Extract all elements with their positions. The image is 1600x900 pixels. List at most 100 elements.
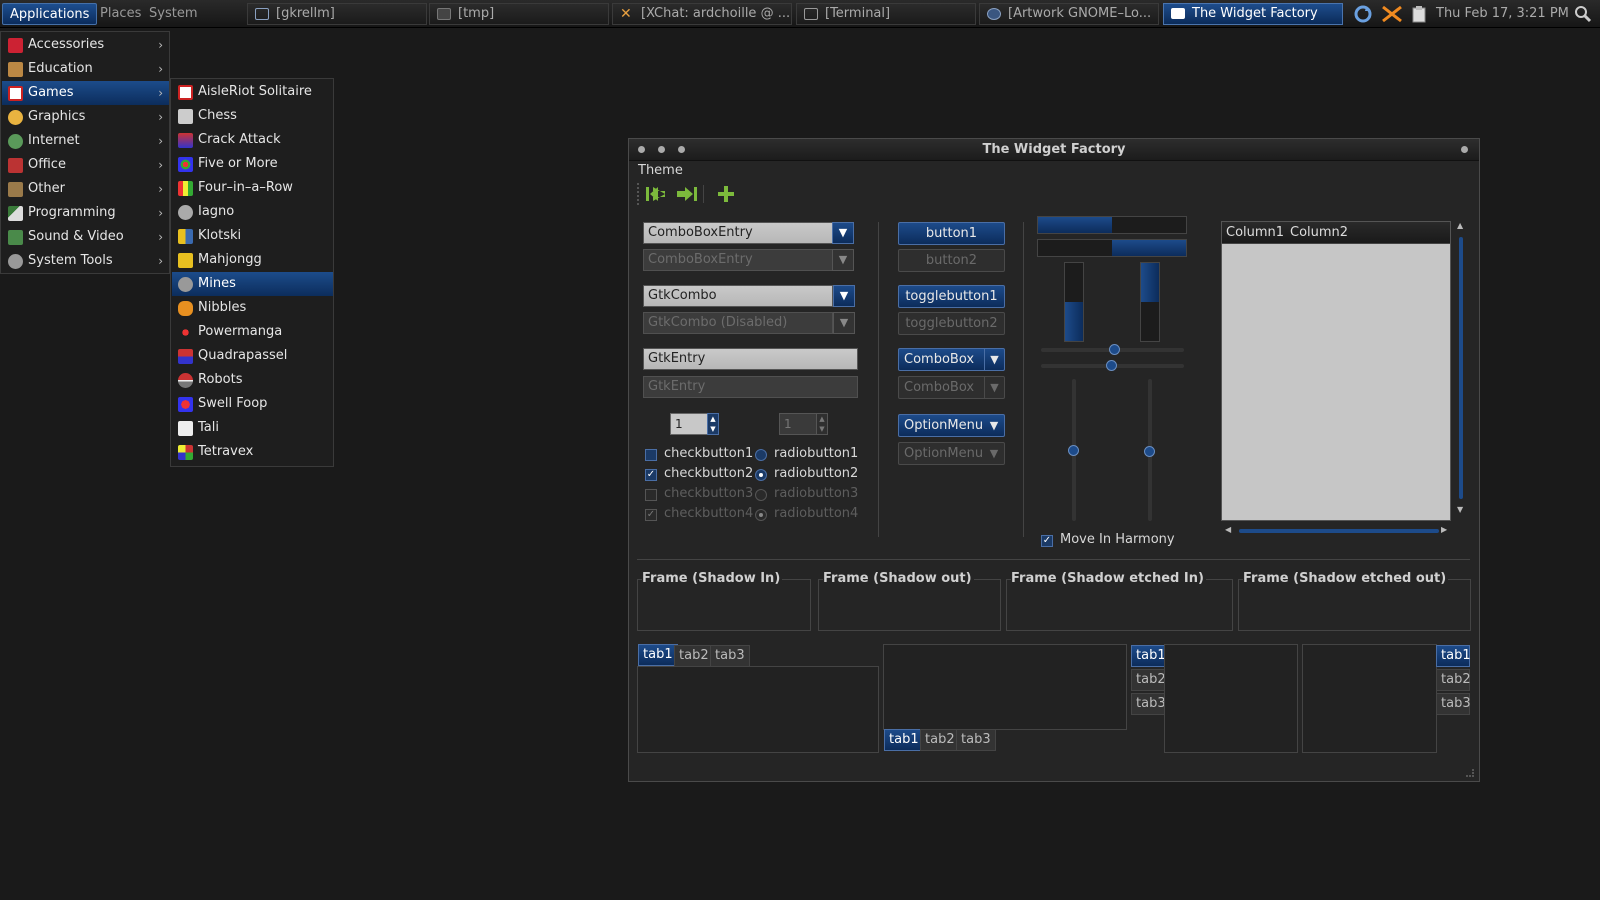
add-icon[interactable]	[717, 185, 735, 203]
system-menu[interactable]: System	[142, 3, 204, 25]
menu-item-other[interactable]: Other ›	[2, 177, 169, 201]
applications-menu[interactable]: Applications	[2, 3, 98, 25]
radiobutton1-dot[interactable]	[755, 449, 767, 461]
menu-item-aisleriot[interactable]: AisleRiot Solitaire	[172, 80, 333, 104]
menu-item-system-tools[interactable]: System Tools ›	[2, 249, 169, 273]
radiobutton2-label[interactable]: radiobutton2	[774, 466, 858, 481]
menu-item-games[interactable]: Games ›	[2, 81, 169, 105]
scroll-right-icon[interactable]: ▶	[1441, 525, 1447, 534]
window-menu-button[interactable]	[1461, 146, 1468, 153]
chevron-down-icon[interactable]: ▼	[833, 285, 855, 307]
scrollbar-thumb[interactable]	[1459, 237, 1463, 499]
combobox-dropdown[interactable]: ComboBox ▼	[898, 348, 1005, 371]
task-artwork-gnome[interactable]: [Artwork GNOME–Lo...	[979, 3, 1159, 25]
notebook3-tab2[interactable]: tab2	[1131, 669, 1166, 691]
mahjongg-icon	[178, 253, 193, 268]
notebook1-tab3[interactable]: tab3	[710, 645, 750, 667]
menu-item-education[interactable]: Education ›	[2, 57, 169, 81]
checkbutton2-box[interactable]: ✓	[645, 469, 657, 481]
notebook4-tab3[interactable]: tab3	[1436, 693, 1471, 715]
notebook4-tab1[interactable]: tab1	[1436, 645, 1471, 667]
menu-item-tali[interactable]: Tali	[172, 416, 333, 440]
column1-header[interactable]: Column1	[1226, 225, 1284, 240]
optionmenu-dropdown[interactable]: OptionMenu ▼	[898, 414, 1005, 437]
spin-arrows-icon[interactable]: ▲ ▼	[707, 413, 719, 435]
menu-item-nibbles[interactable]: Nibbles	[172, 296, 333, 320]
checkbutton2-label[interactable]: checkbutton2	[664, 466, 753, 481]
hscale-2-handle[interactable]	[1106, 360, 1117, 371]
frame-shadow-out-label: Frame (Shadow out)	[823, 571, 974, 586]
notebook3-tab3[interactable]: tab3	[1131, 693, 1166, 715]
task-terminal[interactable]: [Terminal]	[796, 3, 976, 25]
move-in-harmony-box[interactable]: ✓	[1041, 535, 1053, 547]
menu-item-internet[interactable]: Internet ›	[2, 129, 169, 153]
progressbar-1	[1037, 216, 1187, 234]
menu-item-five-or-more[interactable]: Five or More	[172, 152, 333, 176]
menu-item-powermanga[interactable]: Powermanga	[172, 320, 333, 344]
checkbutton1-label[interactable]: checkbutton1	[664, 446, 753, 461]
column2-header[interactable]: Column2	[1290, 225, 1348, 240]
menu-item-iagno[interactable]: Iagno	[172, 200, 333, 224]
update-icon[interactable]	[1354, 5, 1372, 23]
button1[interactable]: button1	[898, 222, 1005, 245]
togglebutton1[interactable]: togglebutton1	[898, 285, 1005, 308]
task-gkrellm[interactable]: [gkrellm]	[247, 3, 427, 25]
vscale-2-handle[interactable]	[1144, 446, 1155, 457]
clock[interactable]: Thu Feb 17, 3:21 PM	[1436, 3, 1569, 25]
titlebar[interactable]: The Widget Factory	[629, 139, 1479, 161]
horizontal-scrollbar[interactable]: ◀ ▶	[1221, 525, 1451, 537]
places-menu[interactable]: Places	[93, 3, 148, 25]
scroll-down-icon[interactable]: ▼	[1457, 505, 1463, 514]
notebook2-tab2[interactable]: tab2	[920, 729, 960, 751]
search-icon[interactable]	[1574, 5, 1592, 23]
move-in-harmony-label[interactable]: Move In Harmony	[1060, 532, 1175, 547]
menu-item-programming[interactable]: Programming ›	[2, 201, 169, 225]
menu-item-accessories[interactable]: Accessories ›	[2, 33, 169, 57]
notebook1-tab2[interactable]: tab2	[674, 645, 714, 667]
radiobutton2-dot[interactable]	[755, 469, 767, 481]
hscale-1-handle[interactable]	[1109, 344, 1120, 355]
radiobutton1-label[interactable]: radiobutton1	[774, 446, 858, 461]
menu-item-robots[interactable]: Robots	[172, 368, 333, 392]
menu-item-crack-attack[interactable]: Crack Attack	[172, 128, 333, 152]
task-xchat[interactable]: ✕ [XChat: ardchoille @ ...	[612, 3, 792, 25]
spinbutton-input[interactable]: 1	[670, 413, 708, 435]
clipboard-icon[interactable]	[1410, 5, 1428, 23]
programming-icon	[8, 206, 23, 221]
chevron-down-icon[interactable]: ▼	[832, 222, 854, 244]
menu-item-sound-video[interactable]: Sound & Video ›	[2, 225, 169, 249]
treeview[interactable]: Column1 Column2	[1221, 221, 1451, 521]
menu-item-mines[interactable]: Mines	[172, 272, 333, 296]
menu-item-tetravex[interactable]: Tetravex	[172, 440, 333, 464]
task-tmp[interactable]: [tmp]	[429, 3, 609, 25]
go-last-icon[interactable]	[676, 185, 698, 203]
xchat-tray-icon[interactable]	[1380, 5, 1404, 23]
vscale-1-handle[interactable]	[1068, 445, 1079, 456]
theme-menu[interactable]: Theme	[638, 163, 683, 178]
gtkentry-input[interactable]: GtkEntry	[643, 348, 858, 370]
comboboxentry-input[interactable]: ComboBoxEntry	[643, 222, 833, 244]
notebook2-tab1[interactable]: tab1	[884, 729, 924, 751]
scroll-up-icon[interactable]: ▲	[1457, 221, 1463, 230]
menu-item-swell-foop[interactable]: Swell Foop	[172, 392, 333, 416]
gtkcombo-input[interactable]: GtkCombo	[643, 285, 833, 307]
notebook2-tab3[interactable]: tab3	[956, 729, 996, 751]
checkbutton1-box[interactable]	[645, 449, 657, 461]
menu-item-mahjongg[interactable]: Mahjongg	[172, 248, 333, 272]
task-widget-factory[interactable]: The Widget Factory	[1163, 3, 1343, 25]
go-first-icon[interactable]	[645, 185, 667, 203]
menu-item-quadrapassel[interactable]: Quadrapassel	[172, 344, 333, 368]
other-icon	[8, 182, 23, 197]
scrollbar-thumb[interactable]	[1239, 529, 1439, 533]
menu-item-chess[interactable]: Chess	[172, 104, 333, 128]
menu-item-graphics[interactable]: Graphics ›	[2, 105, 169, 129]
vertical-scrollbar[interactable]: ▲ ▼	[1455, 221, 1467, 517]
resize-grip[interactable]	[1466, 769, 1474, 777]
menu-item-four-in-a-row[interactable]: Four–in–a–Row	[172, 176, 333, 200]
notebook4-tab2[interactable]: tab2	[1436, 669, 1471, 691]
menu-item-office[interactable]: Office ›	[2, 153, 169, 177]
scroll-left-icon[interactable]: ◀	[1225, 525, 1231, 534]
menu-item-klotski[interactable]: Klotski	[172, 224, 333, 248]
notebook3-tab1[interactable]: tab1	[1131, 645, 1166, 667]
notebook1-tab1[interactable]: tab1	[638, 644, 678, 666]
